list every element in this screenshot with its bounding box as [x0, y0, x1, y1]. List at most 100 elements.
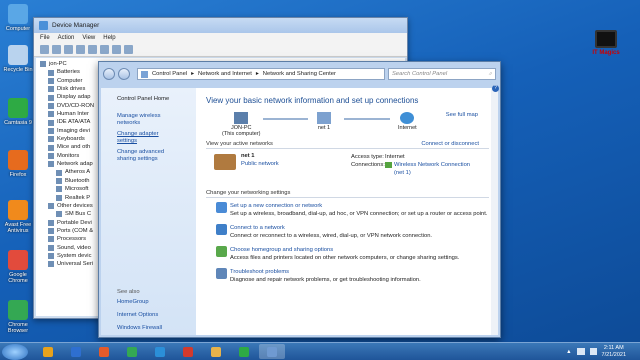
left-pane-link[interactable]: Change advanced sharing settings [117, 149, 180, 163]
see-also-link[interactable]: Internet Options [117, 312, 162, 319]
clock[interactable]: 2:11 AM 7/21/2021 [602, 345, 626, 359]
breadcrumb-network-sharing[interactable]: Network and Sharing Center [263, 71, 336, 77]
taskbar-app-button[interactable] [63, 344, 89, 359]
system-tray: ▲ 2:11 AM 7/21/2021 [566, 345, 640, 359]
wireless-connection-sub[interactable]: (net 1) [394, 170, 411, 176]
menu-item-file[interactable]: File [40, 35, 50, 41]
device-category-icon [48, 203, 54, 210]
forward-icon[interactable] [52, 45, 61, 54]
scan-icon[interactable] [100, 45, 109, 54]
desktop-icon-item[interactable]: Firefox [1, 150, 35, 178]
taskbar-app-button[interactable] [231, 344, 257, 359]
uninstall-icon[interactable] [124, 45, 133, 54]
desktop-app-icon [8, 98, 28, 118]
task-link[interactable]: Troubleshoot problems [230, 268, 421, 276]
vertical-scrollbar[interactable] [491, 88, 498, 335]
menu-item-help[interactable]: Help [103, 35, 115, 41]
tree-row-label: Other devices [57, 202, 93, 209]
address-bar[interactable]: Control Panel ▸ Network and Internet ▸ N… [137, 68, 385, 80]
network-identity: net 1 Public network [206, 153, 351, 187]
monitor-icon [595, 30, 617, 48]
taskbar-app-button[interactable] [119, 344, 145, 359]
watermark-text: IT Magics [592, 50, 620, 56]
forward-button[interactable] [118, 68, 130, 80]
device-category-icon [48, 244, 54, 251]
device-category-icon [48, 69, 54, 76]
device-category-icon [48, 236, 54, 243]
device-category-icon [48, 102, 54, 109]
tree-icon[interactable] [64, 45, 73, 54]
tree-row-label: Mice and oth [57, 144, 91, 151]
desktop-icon-item[interactable]: Computer [1, 4, 35, 32]
device-manager-title: Device Manager [52, 22, 100, 29]
task-text: Connect to a network Connect or reconnect… [230, 224, 432, 240]
taskbar-app-button[interactable] [203, 344, 229, 359]
network-tray-icon[interactable] [576, 348, 585, 355]
tree-row-label: Bluetooth [65, 177, 90, 184]
left-pane-link[interactable]: Manage wireless networks [117, 113, 180, 127]
see-also-link[interactable]: Windows Firewall [117, 325, 162, 332]
properties-icon[interactable] [76, 45, 85, 54]
device-category-icon [48, 253, 54, 260]
desktop-icon-item[interactable]: Avast Free Antivirus [1, 200, 35, 234]
tray-arrow-icon[interactable]: ▲ [566, 349, 571, 355]
menu-item-action[interactable]: Action [58, 35, 75, 41]
breadcrumb-network-internet[interactable]: Network and Internet [198, 71, 252, 77]
network-task: Connect to a network Connect or reconnect… [216, 224, 489, 240]
see-full-map-link[interactable]: See full map [446, 112, 478, 118]
network-sharing-center-window[interactable]: Control Panel ▸ Network and Internet ▸ N… [98, 61, 501, 338]
device-manager-titlebar[interactable]: Device Manager [34, 18, 407, 33]
device-category-icon [56, 186, 62, 193]
left-pane-link[interactable]: Change adapter settings [117, 131, 180, 145]
taskbar-app-button[interactable] [147, 344, 173, 359]
menu-item-view[interactable]: View [82, 35, 95, 41]
task-text: Choose homegroup and sharing options Acce… [230, 246, 459, 262]
back-button[interactable] [103, 68, 115, 80]
back-icon[interactable] [40, 45, 49, 54]
access-type-value: Internet [385, 154, 405, 160]
device-category-icon [48, 219, 54, 226]
update-driver-icon[interactable] [112, 45, 121, 54]
taskbar-app-icon [155, 346, 165, 357]
network-type-link[interactable]: Public network [241, 161, 279, 167]
device-category-icon [48, 127, 54, 134]
device-category-icon [48, 136, 54, 143]
connect-disconnect-link[interactable]: Connect or disconnect [421, 141, 479, 147]
desktop-icon-item[interactable]: Camtasia 9 [1, 98, 35, 126]
tree-row-label: System devic [57, 252, 92, 259]
task-description: Connect or reconnect to a wireless, wire… [230, 233, 433, 239]
network-task: Troubleshoot problems Diagnose and repair… [216, 268, 489, 284]
desktop-icon-item[interactable]: Google Chrome [1, 250, 35, 284]
device-category-icon [56, 169, 62, 176]
tree-row-label: Realtek P [65, 194, 91, 201]
control-panel-home-link[interactable]: Control Panel Home [117, 96, 180, 102]
breadcrumb-control-panel[interactable]: Control Panel [152, 71, 187, 77]
tree-row-label: Network adap [57, 161, 93, 168]
wireless-connection-link[interactable]: Wireless Network Connection [394, 161, 470, 169]
desktop-icon-item[interactable]: Chrome Browser [1, 300, 35, 334]
task-link[interactable]: Connect to a network [230, 224, 432, 232]
taskbar-app-button[interactable] [175, 344, 201, 359]
search-input[interactable]: Search Control Panel ⌕ [388, 68, 496, 80]
device-category-icon [48, 86, 54, 93]
taskbar-app-button[interactable] [35, 344, 61, 359]
task-link[interactable]: Choose homegroup and sharing options [230, 246, 459, 254]
task-description: Diagnose and repair network problems, or… [230, 277, 421, 283]
tree-row-label: Computer [57, 77, 83, 84]
tree-row-label: Ports (COM & [57, 227, 94, 234]
tree-row-label: SM Bus C [65, 211, 92, 218]
taskbar-app-button[interactable] [259, 344, 285, 359]
network-map: JON-PC (This computer) net 1 Internet Se… [206, 112, 489, 138]
taskbar-app-button[interactable] [91, 344, 117, 359]
network-details: Access type: Internet Connections: Wirele… [351, 154, 471, 176]
desktop-icon-item[interactable]: Recycle Bin [1, 45, 35, 73]
help-icon[interactable]: ? [492, 85, 499, 92]
see-also-link[interactable]: HomeGroup [117, 299, 162, 306]
task-link[interactable]: Set up a new connection or network [230, 202, 487, 210]
volume-icon[interactable] [589, 348, 597, 355]
tree-row-label: Imaging devi [57, 127, 90, 134]
device-category-icon [56, 211, 62, 218]
start-button[interactable] [2, 343, 28, 360]
help-icon[interactable] [88, 45, 97, 54]
device-category-icon [56, 177, 62, 184]
